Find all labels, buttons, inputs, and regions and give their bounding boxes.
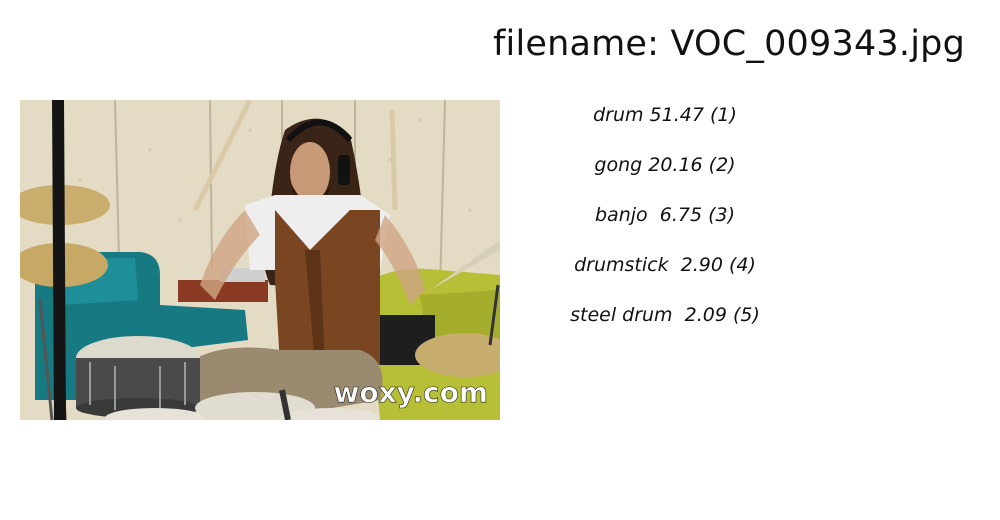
drummer-photo: woxy.com — [20, 100, 500, 420]
prediction-item: steel drum 2.09 (5) — [570, 304, 760, 326]
prediction-item: banjo 6.75 (3) — [595, 204, 735, 226]
filename-title: filename: VOC_009343.jpg — [493, 24, 965, 64]
prediction-item: drum 51.47 (1) — [593, 104, 737, 126]
prediction-item: gong 20.16 (2) — [594, 154, 736, 176]
watermark-text: woxy.com — [334, 376, 489, 409]
prediction-list: drum 51.47 (1) gong 20.16 (2) banjo 6.75… — [540, 100, 790, 350]
prediction-item: drumstick 2.90 (4) — [574, 254, 756, 276]
